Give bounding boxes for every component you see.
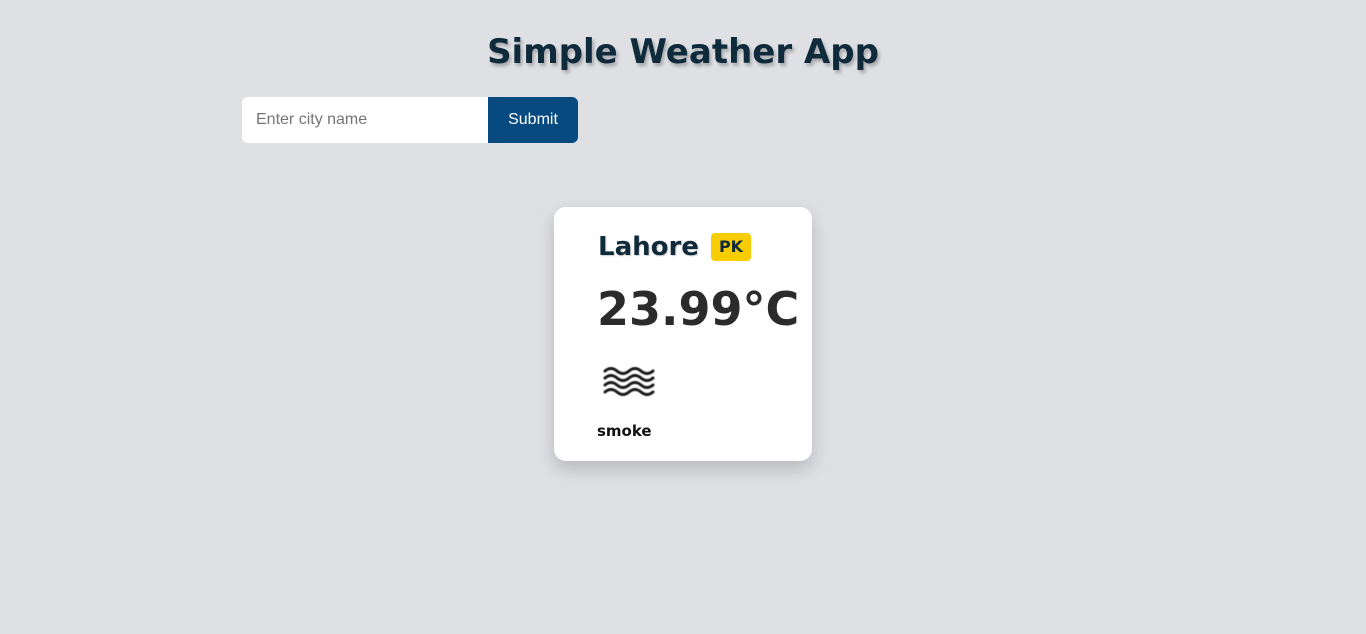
country-badge: PK bbox=[710, 233, 752, 261]
search-form: Submit bbox=[242, 97, 578, 143]
city-search-input[interactable] bbox=[242, 97, 488, 143]
temperature-value: 23.99°C bbox=[597, 282, 800, 336]
weather-description: smoke bbox=[597, 422, 652, 440]
page-title: Simple Weather App bbox=[487, 32, 879, 72]
location-row: Lahore PK bbox=[598, 232, 752, 262]
weather-card: Lahore PK 23.99°C smoke bbox=[554, 207, 812, 461]
submit-button[interactable]: Submit bbox=[488, 97, 578, 143]
city-name: Lahore bbox=[598, 232, 699, 262]
smoke-haze-icon bbox=[602, 363, 656, 399]
